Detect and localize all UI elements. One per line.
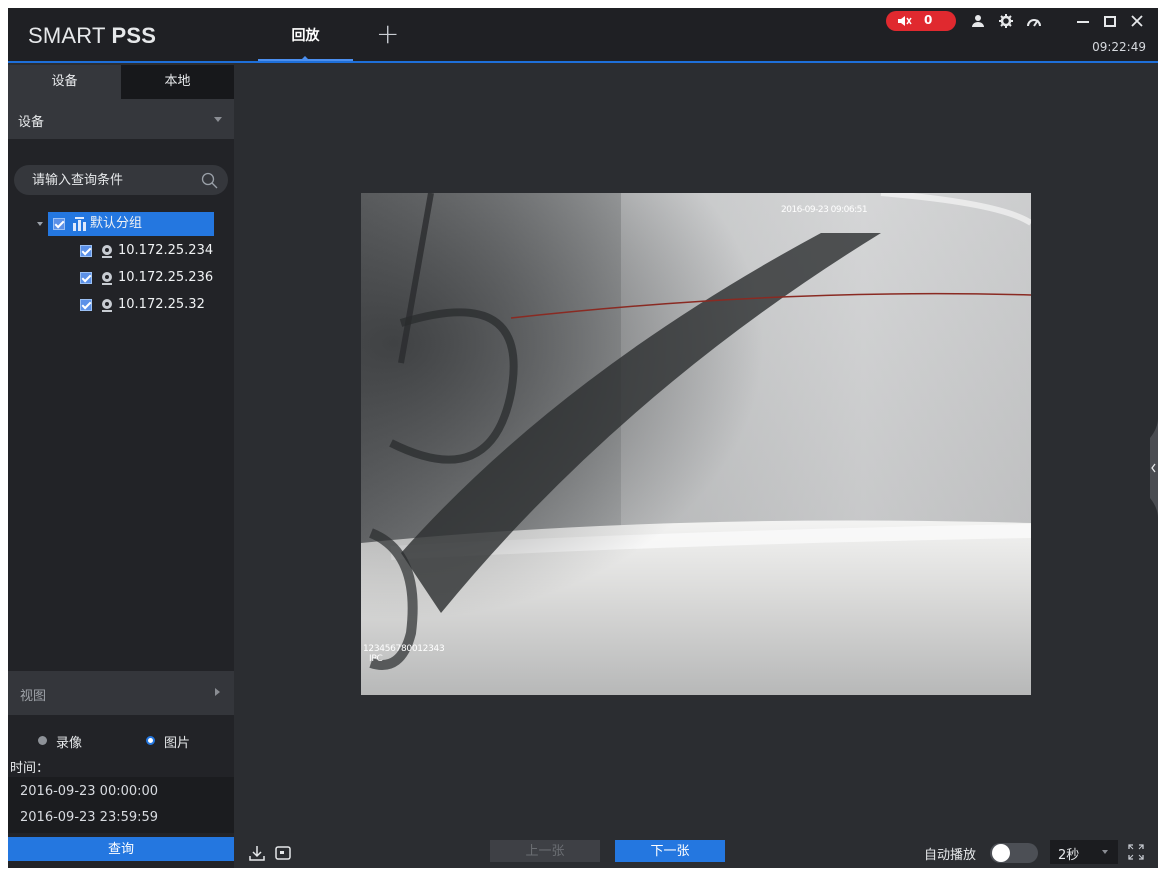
tree-expand-toggle[interactable] xyxy=(37,222,43,226)
group-icon xyxy=(73,217,86,231)
snapshot-icon[interactable] xyxy=(274,844,292,862)
tree-device-item[interactable]: 10.172.25.234 xyxy=(80,239,230,263)
maximize-icon[interactable] xyxy=(1102,13,1118,29)
radio-record-label: 录像 xyxy=(56,736,83,751)
search-input[interactable] xyxy=(32,165,192,195)
performance-icon[interactable] xyxy=(1026,13,1042,29)
image-viewer: 2016-09-23 09:06:51 123456780012343 IPC xyxy=(361,193,1031,695)
sidebar: 设备 本地 设备 默认分组 xyxy=(8,65,234,868)
tree-device-label: 10.172.25.234 xyxy=(118,243,214,258)
autoplay-toggle[interactable] xyxy=(990,843,1038,863)
collapse-panel-handle[interactable] xyxy=(1146,418,1158,518)
close-icon[interactable] xyxy=(1129,13,1145,29)
camera-icon xyxy=(102,272,112,285)
user-icon[interactable] xyxy=(970,13,986,29)
clock: 09:22:49 xyxy=(1092,40,1146,54)
tab-device[interactable]: 设备 xyxy=(8,65,121,99)
checkbox-device[interactable] xyxy=(80,272,92,284)
playback-toolbar: 上一张 下一张 自动播放 2秒 xyxy=(234,820,1158,868)
query-button[interactable]: 查询 xyxy=(8,837,234,861)
chevron-down-icon xyxy=(1102,850,1108,854)
download-icon[interactable] xyxy=(248,844,266,862)
snapshot-image xyxy=(361,193,1031,695)
camera-icon xyxy=(102,245,112,258)
tab-playback[interactable]: 回放 xyxy=(258,8,353,61)
previous-image-button[interactable]: 上一张 xyxy=(490,840,600,862)
settings-icon[interactable] xyxy=(998,13,1014,29)
tab-local[interactable]: 本地 xyxy=(121,65,234,99)
osd-timestamp: 2016-09-23 09:06:51 xyxy=(781,205,868,215)
next-image-button[interactable]: 下一张 xyxy=(615,840,725,862)
app-logo: SMART PSS xyxy=(28,23,156,49)
chevron-down-icon xyxy=(214,117,222,122)
chevron-right-icon xyxy=(215,688,220,696)
camera-icon xyxy=(102,299,112,312)
radio-selected-icon xyxy=(146,736,155,745)
interval-dropdown[interactable]: 2秒 xyxy=(1050,840,1118,864)
time-label: 时间： xyxy=(10,761,50,776)
time-range: 2016-09-23 00:00:00 2016-09-23 23:59:59 xyxy=(8,777,234,833)
interval-value: 2秒 xyxy=(1058,848,1080,863)
search-icon[interactable] xyxy=(201,172,218,189)
logo-text-bold: PSS xyxy=(111,23,157,48)
device-type-dropdown[interactable]: 设备 xyxy=(8,99,234,139)
tab-caret xyxy=(301,56,309,60)
sidebar-tabs: 设备 本地 xyxy=(8,65,234,99)
tree-device-label: 10.172.25.32 xyxy=(118,297,205,312)
tree-device-item[interactable]: 10.172.25.32 xyxy=(80,293,230,317)
title-bar: SMART PSS 回放 + 0 09:22:49 xyxy=(8,8,1158,63)
tree-group-label: 默认分组 xyxy=(90,216,143,231)
osd-device-type: IPC xyxy=(369,654,383,664)
checkbox-group[interactable] xyxy=(53,218,65,230)
mute-icon xyxy=(898,16,912,26)
fullscreen-icon[interactable] xyxy=(1128,844,1144,860)
osd-device-info: 123456780012343 IPC xyxy=(363,644,445,664)
tree-device-item[interactable]: 10.172.25.236 xyxy=(80,266,230,290)
view-section-label: 视图 xyxy=(20,689,47,704)
time-start-field[interactable]: 2016-09-23 00:00:00 xyxy=(20,784,158,799)
time-end-field[interactable]: 2016-09-23 23:59:59 xyxy=(20,810,158,825)
tree-device-label: 10.172.25.236 xyxy=(118,270,214,285)
view-section-header[interactable]: 视图 xyxy=(8,671,234,715)
autoplay-label: 自动播放 xyxy=(924,848,977,863)
checkbox-device[interactable] xyxy=(80,245,92,257)
device-type-value: 设备 xyxy=(18,115,45,130)
alarm-count: 0 xyxy=(924,13,933,27)
tab-playback-label: 回放 xyxy=(291,28,320,44)
minimize-icon[interactable] xyxy=(1075,13,1091,29)
alarm-badge[interactable]: 0 xyxy=(886,11,956,31)
radio-unselected-icon xyxy=(38,736,47,745)
tree-group-default[interactable]: 默认分组 xyxy=(48,212,214,236)
toggle-knob xyxy=(992,844,1010,862)
osd-device-id: 123456780012343 xyxy=(363,644,445,654)
logo-text: SMART xyxy=(28,23,112,48)
smart-pss-window: SMART PSS 回放 + 0 09:22:49 设备 本地 设备 请输入查询… xyxy=(8,8,1158,868)
checkbox-device[interactable] xyxy=(80,299,92,311)
add-tab-button[interactable]: + xyxy=(376,20,399,48)
search-box xyxy=(14,165,228,195)
radio-picture-label: 图片 xyxy=(164,736,191,751)
